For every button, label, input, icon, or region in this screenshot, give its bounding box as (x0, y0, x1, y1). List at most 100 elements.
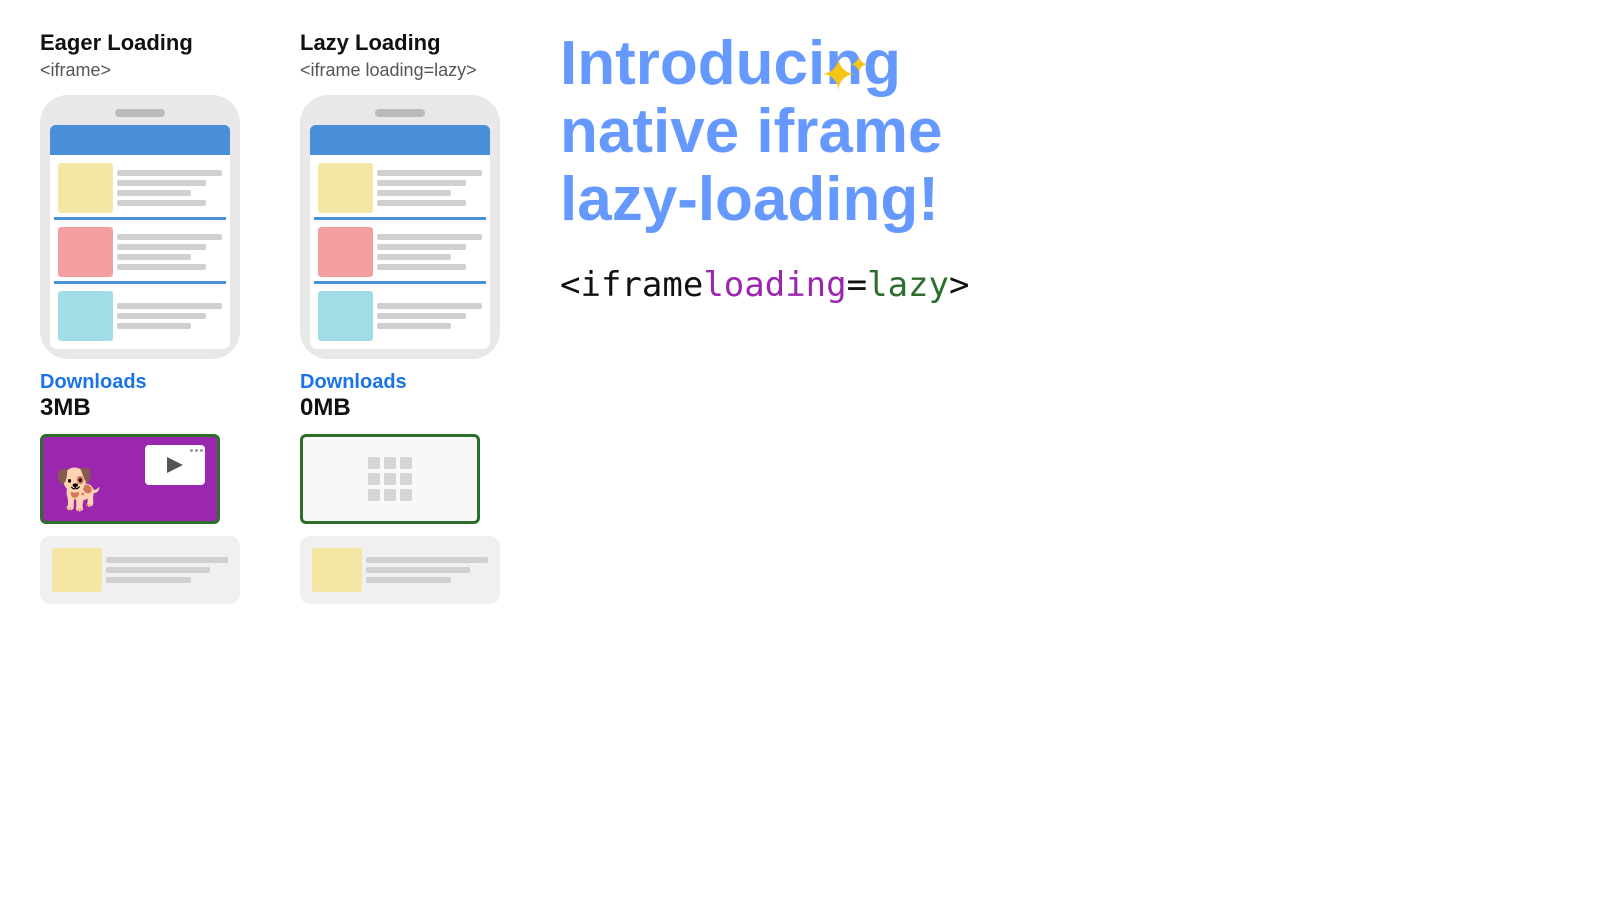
content-block-1 (54, 159, 226, 220)
intro-title: Introducing native iframe lazy-loading! (560, 30, 943, 235)
phone-notch (115, 109, 165, 117)
content-line (377, 323, 451, 329)
lazy-below-content-block (308, 544, 492, 596)
phone-notch-lazy (375, 109, 425, 117)
screen-header (50, 125, 230, 155)
main-container: ✦ ✦ Eager Loading <iframe> (0, 0, 1600, 919)
video-dot (190, 449, 193, 452)
content-line (377, 264, 466, 270)
content-image-2 (58, 227, 113, 277)
eager-title: Eager Loading (40, 30, 193, 56)
spinner-dot (384, 457, 396, 469)
lazy-content-lines-1 (377, 163, 482, 213)
lazy-title: Lazy Loading (300, 30, 441, 56)
spinner-dot (384, 473, 396, 485)
video-dots (190, 449, 203, 452)
content-line (377, 313, 466, 319)
video-dot (195, 449, 198, 452)
spinner-dot (400, 489, 412, 501)
lazy-phone-mockup (300, 95, 500, 359)
eager-downloads-size: 3MB (40, 394, 91, 422)
screen-content (50, 155, 230, 349)
content-image-1 (58, 163, 113, 213)
lazy-content-lines-2 (377, 227, 482, 277)
lazy-iframe-box (300, 434, 500, 524)
lazy-content-block-2 (314, 223, 486, 284)
content-line (377, 234, 482, 240)
eager-downloads-label: Downloads (40, 371, 147, 394)
video-icon (145, 445, 205, 485)
lazy-content-block-3 (314, 287, 486, 345)
content-line (377, 180, 466, 186)
content-line (117, 303, 222, 309)
lazy-below-image (312, 548, 362, 592)
content-line (366, 577, 451, 583)
eager-below-fold (40, 536, 240, 604)
content-lines-3 (117, 291, 222, 341)
content-line (117, 313, 206, 319)
eager-loading-section: Eager Loading <iframe> (40, 30, 240, 604)
eager-iframe-box: 🐕 (40, 434, 240, 524)
comparison-section: Eager Loading <iframe> (40, 30, 500, 604)
below-image (52, 548, 102, 592)
code-iframe-text: iframe (580, 265, 703, 305)
lazy-iframe-placeholder (300, 434, 480, 524)
content-line (377, 170, 482, 176)
content-line (377, 200, 466, 206)
spinner-dot (400, 473, 412, 485)
content-lines-1 (117, 163, 222, 213)
lazy-content-image-1 (318, 163, 373, 213)
video-dot (200, 449, 203, 452)
lazy-phone-screen (310, 125, 490, 349)
content-block-3 (54, 287, 226, 345)
eager-downloads: Downloads 3MB (40, 371, 240, 422)
sparkle-small-icon: ✦ (849, 51, 869, 80)
content-block-2 (54, 223, 226, 284)
play-button-icon (167, 457, 183, 473)
eager-subtitle: <iframe> (40, 60, 111, 81)
lazy-content-block-1 (314, 159, 486, 220)
lazy-below-lines (366, 548, 488, 592)
spinner-dot (368, 457, 380, 469)
code-close-bracket: > (949, 265, 969, 305)
content-line (366, 557, 488, 563)
below-content-block (48, 544, 232, 596)
lazy-content-image-2 (318, 227, 373, 277)
content-line (117, 190, 191, 196)
lazy-loading-section: Lazy Loading <iframe loading=lazy> (300, 30, 500, 604)
content-line (106, 577, 191, 583)
content-image-3 (58, 291, 113, 341)
content-line (117, 234, 222, 240)
lazy-below-fold (300, 536, 500, 604)
code-snippet: < iframe loading = lazy > (560, 265, 969, 305)
lazy-screen-header (310, 125, 490, 155)
dog-icon: 🐕 (55, 466, 105, 513)
content-line (106, 557, 228, 563)
content-line (366, 567, 470, 573)
lazy-screen-content (310, 155, 490, 349)
spinner-dot (368, 489, 380, 501)
code-loading-attr: loading (703, 265, 846, 305)
right-content: Introducing native iframe lazy-loading! … (500, 30, 1560, 305)
spinner-dot (368, 473, 380, 485)
content-line (117, 264, 206, 270)
code-open-bracket: < (560, 265, 580, 305)
lazy-subtitle: <iframe loading=lazy> (300, 60, 477, 81)
below-lines (106, 548, 228, 592)
content-line (106, 567, 210, 573)
eager-iframe-loaded: 🐕 (40, 434, 220, 524)
eager-phone-screen (50, 125, 230, 349)
loading-spinner-icon (368, 457, 412, 501)
content-line (377, 190, 451, 196)
code-lazy-value: lazy (867, 265, 949, 305)
content-line (117, 244, 206, 250)
code-equals-sign: = (847, 265, 867, 305)
content-line (377, 244, 466, 250)
content-line (377, 303, 482, 309)
content-line (117, 180, 206, 186)
lazy-content-lines-3 (377, 291, 482, 341)
content-line (117, 323, 191, 329)
eager-phone-mockup (40, 95, 240, 359)
spinner-dot (400, 457, 412, 469)
intro-line3: lazy-loading! (560, 165, 939, 234)
